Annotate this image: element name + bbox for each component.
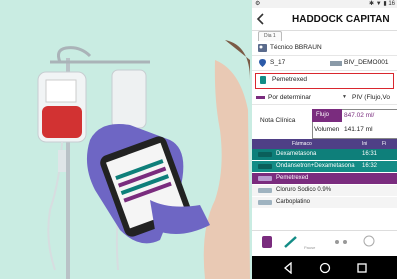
drug-table-header: Fármaco Ini Fi	[252, 139, 397, 149]
row-start-time: 16:31	[362, 151, 378, 157]
syringe-icon	[256, 96, 265, 99]
drug-bag-icon	[258, 188, 272, 193]
pump-device-icon	[330, 61, 342, 66]
header-end: Fi	[382, 141, 387, 147]
table-row[interactable]: Ondansetron+Dexametasona 16:32	[252, 161, 397, 173]
person-card-icon	[258, 44, 267, 52]
connect-icon[interactable]	[332, 234, 350, 250]
drug-bag-icon	[258, 176, 272, 181]
device-label: BIV_DEMO001	[344, 59, 389, 66]
status-bar: ⚙ ✱ ▼ ▮ 16	[252, 0, 397, 8]
row-drug-name: Pemetrexed	[276, 175, 309, 181]
clinical-note-label: Nota Clínica	[260, 117, 296, 124]
flow-value: 847.02 ml/	[344, 112, 375, 119]
header-drug: Fármaco	[292, 141, 312, 147]
back-icon[interactable]	[282, 262, 294, 274]
table-row[interactable]: Dexametasona 16:31	[252, 149, 397, 161]
flow-label: Flujo	[312, 109, 342, 122]
status-right: ✱ ▼ ▮ 16	[369, 1, 395, 7]
selected-drug-label: Pemetrexed	[272, 76, 308, 83]
tab-day-1[interactable]: Dia 1	[258, 31, 282, 41]
technician-row: Técnico BBRAUN	[252, 41, 397, 56]
volume-label: Volumen	[314, 126, 340, 133]
android-nav-bar	[252, 256, 397, 279]
phone-screen: ⚙ ✱ ▼ ▮ 16 HADDOCK CAPITAN Dia 1 Técnico…	[252, 0, 397, 279]
row-drug-name: Carboplatino	[276, 199, 311, 205]
back-arrow-icon[interactable]	[254, 12, 268, 26]
location-label: S_17	[270, 59, 286, 66]
row-drug-name: Cloruro Sodico 0.9%	[276, 187, 332, 193]
table-row[interactable]: Carboplatino	[252, 197, 397, 209]
table-row[interactable]: Pemetrexed	[252, 173, 397, 185]
route-line-value: PIV (Flujo,Vo	[352, 94, 390, 101]
location-pin-icon	[259, 59, 266, 67]
route-selector-row[interactable]: Por determinar ▼ PIV (Flujo,Vo	[252, 91, 397, 105]
page-title: HADDOCK CAPITAN	[292, 14, 390, 25]
row-drug-name: Ondansetron+Dexametasona	[276, 163, 355, 169]
syringe-icon[interactable]	[282, 234, 300, 250]
drug-bag-icon	[260, 76, 266, 84]
volume-value: 141.17 ml	[344, 126, 373, 133]
row-start-time: 16:32	[362, 163, 378, 169]
header-start: Ini	[362, 141, 368, 147]
row-drug-name: Dexametasona	[276, 151, 317, 157]
route-selector-value: Por determinar	[268, 94, 311, 101]
shield-icon[interactable]	[258, 234, 276, 250]
clinical-note-section: Nota Clínica Flujo 847.02 ml/ Volumen 14…	[252, 105, 397, 139]
status-left: ⚙	[255, 1, 261, 7]
chevron-down-icon[interactable]: ▼	[342, 94, 347, 100]
photo-illustration	[0, 0, 250, 279]
table-row[interactable]: Cloruro Sodico 0.9%	[252, 185, 397, 197]
app-header: HADDOCK CAPITAN	[252, 8, 397, 31]
day-tab-row: Dia 1	[252, 31, 397, 41]
lightbulb-icon[interactable]	[360, 234, 378, 250]
pause-caption: Pause	[304, 245, 316, 250]
home-icon[interactable]	[319, 262, 331, 274]
drug-bag-icon	[258, 200, 272, 205]
selected-drug-field[interactable]: Pemetrexed	[255, 73, 394, 89]
technician-label: Técnico BBRAUN	[270, 44, 322, 51]
drug-bag-icon	[258, 164, 272, 169]
drug-bag-icon	[258, 152, 272, 157]
recent-apps-icon[interactable]	[356, 262, 368, 274]
action-toolbar: Pause	[252, 230, 397, 253]
pause-button[interactable]: Pause	[304, 234, 324, 250]
location-row: S_17 BIV_DEMO001	[252, 56, 397, 71]
